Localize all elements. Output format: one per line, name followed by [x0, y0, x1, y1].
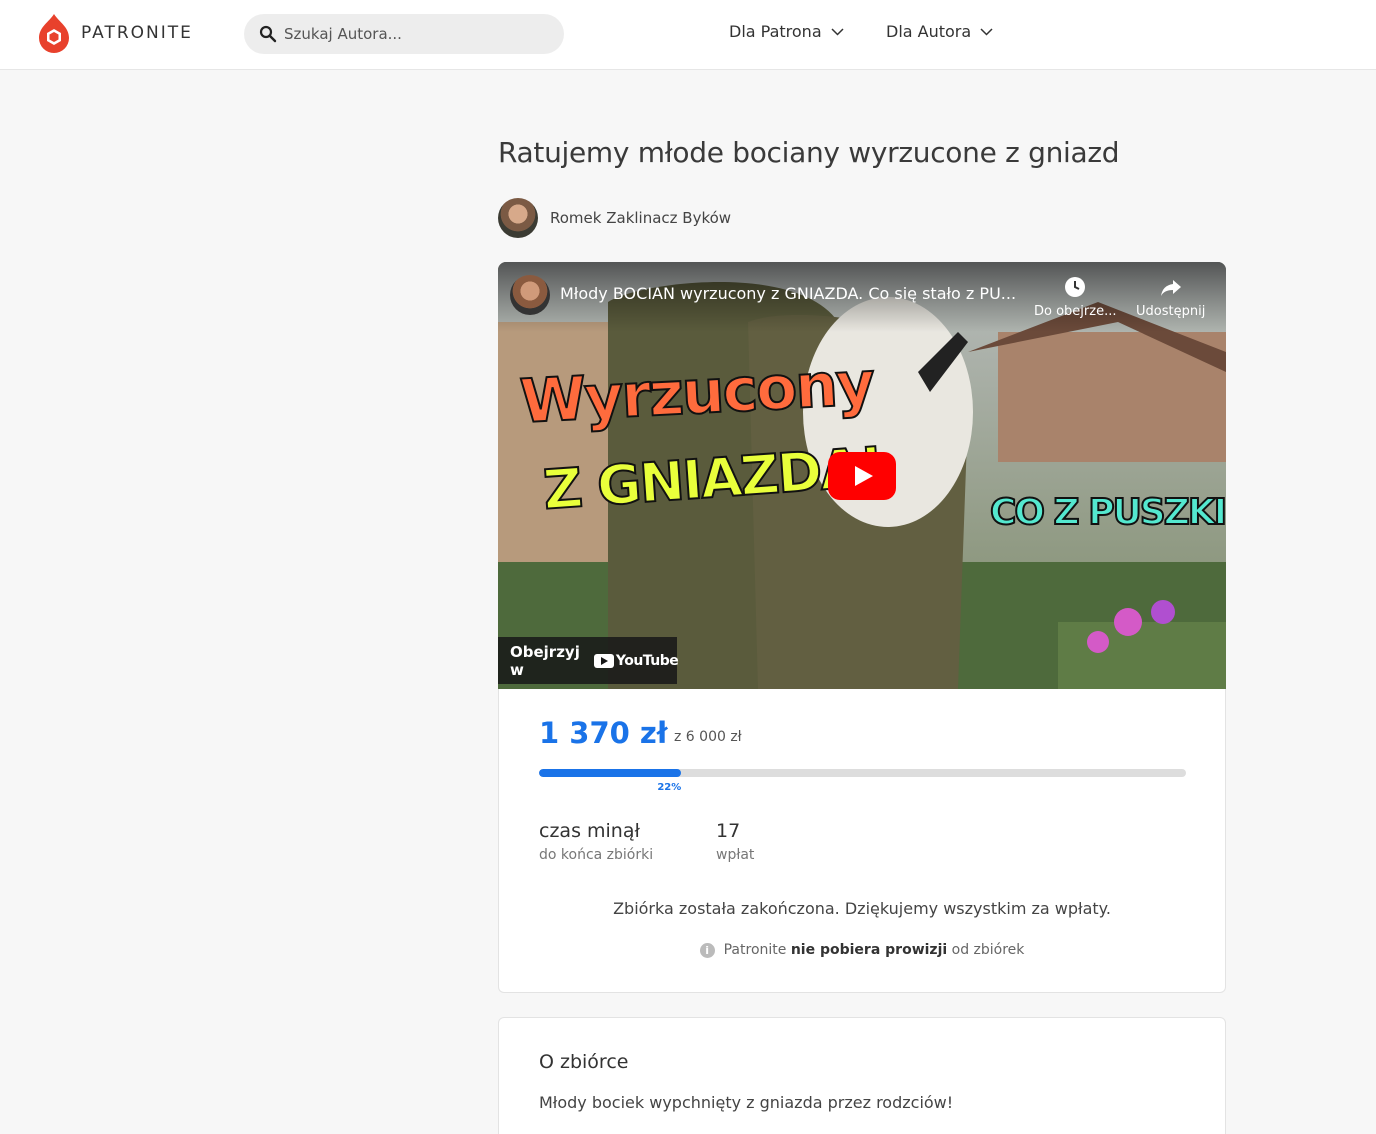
play-button[interactable]: [828, 452, 896, 500]
nav-dla-patrona[interactable]: Dla Patrona: [729, 22, 844, 41]
youtube-label: YouTube: [615, 652, 679, 669]
fee-suffix: od zbiórek: [951, 942, 1025, 958]
about-heading: O zbiórce: [539, 1051, 629, 1073]
watch-on-youtube-button[interactable]: Obejrzyj w YouTube: [498, 637, 679, 684]
watch-later-button[interactable]: Do obejrze...: [1034, 276, 1116, 319]
search-bar[interactable]: [244, 14, 564, 54]
logo-text: PATRONITE: [81, 23, 193, 43]
clock-icon: [1065, 277, 1086, 297]
chevron-down-icon: [980, 27, 993, 36]
stat-time-value: czas minął: [539, 820, 640, 842]
author-name[interactable]: Romek Zaklinacz Byków: [550, 209, 731, 227]
youtube-play-icon: [593, 653, 614, 668]
patronite-logo-icon: [39, 14, 69, 53]
page-title: Ratujemy młode bociany wyrzucone z gniaz…: [498, 136, 1120, 169]
stat-time-label: do końca zbiórki: [539, 847, 654, 863]
amount-goal: z 6 000 zł: [674, 729, 742, 745]
author-avatar[interactable]: [498, 198, 538, 238]
share-arrow-icon: [1160, 280, 1181, 296]
progress-percent: 22%: [657, 782, 682, 793]
amount-raised: 1 370 zł: [539, 716, 668, 750]
thumbnail-text-3: CO Z PUSZKIEM?: [989, 491, 1226, 534]
youtube-logo: YouTube: [592, 652, 679, 669]
top-header: PATRONITE Dla Patrona Dla Autora: [0, 0, 1376, 70]
progress-bar-fill: [539, 769, 682, 777]
progress-bar: [539, 769, 1186, 777]
info-icon[interactable]: i: [699, 942, 715, 958]
stat-donations-label: wpłat: [716, 847, 755, 863]
share-label: Udostępnij: [1136, 304, 1206, 319]
nav-dla-autora[interactable]: Dla Autora: [886, 22, 993, 41]
fee-note: i Patronite nie pobiera prowizji od zbió…: [499, 942, 1225, 958]
video-title[interactable]: Młody BOCIAN wyrzucony z GNIAZDA. Co się…: [560, 284, 1020, 303]
fee-prefix: Patronite: [723, 942, 787, 958]
campaign-ended-message: Zbiórka została zakończona. Dziękujemy w…: [613, 899, 1111, 918]
nav-dla-autora-label: Dla Autora: [886, 22, 972, 41]
youtube-video-embed[interactable]: Młody BOCIAN wyrzucony z GNIAZDA. Co się…: [498, 262, 1226, 689]
fee-bold: nie pobiera prowizji: [790, 942, 948, 958]
share-button[interactable]: Udostępnij: [1136, 276, 1205, 319]
watch-on-label: Obejrzyj w: [510, 642, 580, 679]
channel-avatar[interactable]: [510, 275, 550, 315]
patronite-logo[interactable]: PATRONITE: [37, 13, 193, 53]
about-text: Młody bociek wypchnięty z gniazda przez …: [539, 1093, 954, 1112]
about-card: O zbiórce Młody bociek wypchnięty z gnia…: [498, 1017, 1226, 1134]
stat-donations-value: 17: [716, 820, 741, 842]
search-input[interactable]: [284, 25, 544, 43]
author-link[interactable]: Romek Zaklinacz Byków: [498, 198, 731, 238]
search-icon: [259, 25, 277, 43]
fundraiser-progress-card: 1 370 zł z 6 000 zł 22% czas minął do ko…: [498, 689, 1226, 993]
nav-dla-patrona-label: Dla Patrona: [729, 22, 822, 41]
chevron-down-icon: [831, 27, 844, 36]
watch-later-label: Do obejrze...: [1034, 304, 1117, 319]
